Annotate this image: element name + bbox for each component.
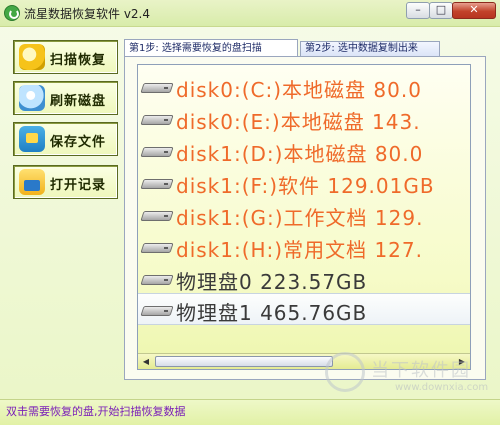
disk-label: disk1:(D:)本地磁盘 80.0	[176, 142, 424, 166]
disk-row[interactable]: disk1:(D:)本地磁盘 80.0	[138, 135, 470, 167]
scrollbar-thumb[interactable]	[155, 356, 333, 367]
hard-disk-icon	[140, 273, 174, 287]
watermark-url: www.downxia.com	[395, 382, 489, 393]
disk-row[interactable]: disk1:(G:)工作文档 129.	[138, 199, 470, 231]
disk-row[interactable]: disk0:(E:)本地磁盘 143.	[138, 103, 470, 135]
status-text: 双击需要恢复的盘,开始扫描恢复数据	[6, 405, 186, 418]
refresh-disk-label: 刷新磁盘	[50, 94, 107, 109]
refresh-disk-icon	[19, 85, 45, 111]
hard-disk-icon	[140, 241, 174, 255]
hard-disk-icon	[140, 145, 174, 159]
disk-list[interactable]: disk0:(C:)本地磁盘 80.0 disk0:(E:)本地磁盘 143. …	[137, 64, 471, 370]
disk-row[interactable]: 物理盘0 223.57GB	[138, 263, 470, 295]
disk-row-selected[interactable]: 物理盘1 465.76GB	[138, 293, 470, 325]
disk-label: disk1:(H:)常用文档 127.	[176, 238, 423, 262]
disk-row[interactable]: disk0:(C:)本地磁盘 80.0	[138, 71, 470, 103]
watermark-logo-icon	[325, 352, 365, 392]
app-logo-icon	[4, 5, 20, 21]
disk-label: disk0:(E:)本地磁盘 143.	[176, 110, 421, 134]
disk-label: 物理盘1 465.76GB	[176, 301, 368, 325]
disk-label: 物理盘0 223.57GB	[176, 270, 368, 294]
refresh-disk-button[interactable]: 刷新磁盘	[13, 81, 118, 115]
tab-step1-select-disk[interactable]: 第1步: 选择需要恢复的盘扫描	[124, 39, 298, 56]
save-file-label: 保存文件	[50, 135, 107, 150]
disk-row[interactable]: disk1:(H:)常用文档 127.	[138, 231, 470, 263]
disk-label: disk1:(F:)软件 129.01GB	[176, 174, 435, 198]
hard-disk-icon	[140, 113, 174, 127]
open-record-icon	[19, 169, 45, 195]
disk-row[interactable]: disk1:(F:)软件 129.01GB	[138, 167, 470, 199]
title-bar[interactable]: 流星数据恢复软件 v2.4 – □ ✕	[0, 0, 500, 27]
disk-label: disk1:(G:)工作文档 129.	[176, 206, 424, 230]
minimize-button[interactable]: –	[406, 2, 430, 19]
open-record-button[interactable]: 打开记录	[13, 165, 118, 199]
app-window: 流星数据恢复软件 v2.4 – □ ✕ 扫描恢复 刷新磁盘 保存文件 打开记录 …	[0, 0, 500, 425]
hard-disk-icon	[140, 177, 174, 191]
maximize-button[interactable]: □	[429, 2, 453, 19]
sidebar: 扫描恢复 刷新磁盘 保存文件 打开记录	[0, 30, 125, 398]
status-bar: 双击需要恢复的盘,开始扫描恢复数据	[0, 399, 500, 425]
watermark-text: 当下软件园	[371, 360, 471, 381]
scan-recover-label: 扫描恢复	[50, 53, 107, 68]
scroll-left-icon[interactable]: ◀	[138, 354, 154, 369]
hard-disk-icon	[140, 304, 174, 318]
save-file-button[interactable]: 保存文件	[13, 122, 118, 156]
open-record-label: 打开记录	[50, 178, 107, 193]
close-button[interactable]: ✕	[452, 2, 496, 19]
hard-disk-icon	[140, 209, 174, 223]
save-file-icon	[19, 126, 45, 152]
scan-recover-icon	[19, 44, 45, 70]
window-title: 流星数据恢复软件 v2.4	[24, 7, 151, 21]
disk-label: disk0:(C:)本地磁盘 80.0	[176, 78, 422, 102]
tab-step2-copy-data[interactable]: 第2步: 选中数据复制出来	[300, 41, 440, 56]
scan-recover-button[interactable]: 扫描恢复	[13, 40, 118, 74]
watermark: 当下软件园 www.downxia.com	[325, 350, 495, 400]
hard-disk-icon	[140, 81, 174, 95]
